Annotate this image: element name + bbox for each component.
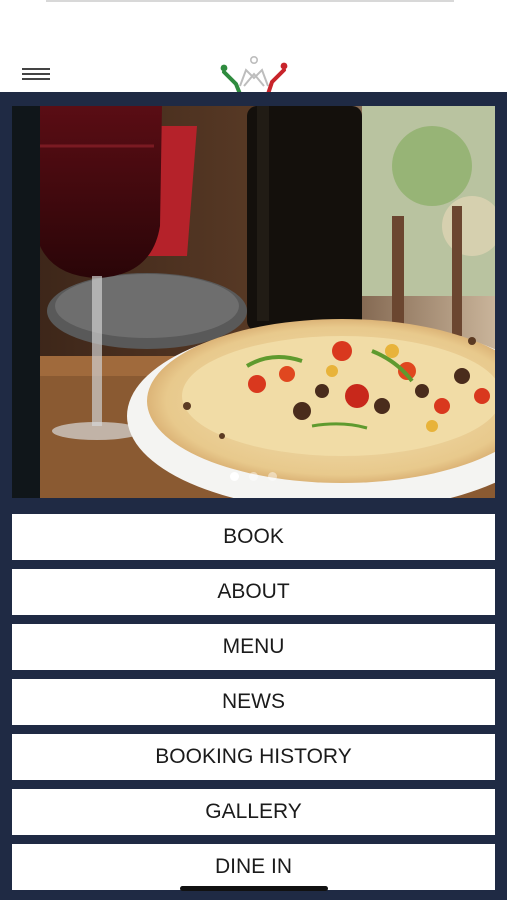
image-carousel[interactable]: [12, 106, 495, 498]
dine-in-button[interactable]: DINE IN: [12, 844, 495, 890]
book-button[interactable]: BOOK: [12, 514, 495, 560]
gallery-button[interactable]: GALLERY: [12, 789, 495, 835]
pizza-photo: [12, 106, 495, 498]
carousel-pagination: [12, 468, 495, 486]
crown-logo: [220, 56, 288, 96]
main-panel: BOOK ABOUT MENU NEWS BOOKING HISTORY GAL…: [0, 92, 507, 900]
about-button[interactable]: ABOUT: [12, 569, 495, 615]
home-indicator: [180, 886, 328, 891]
news-button[interactable]: NEWS: [12, 679, 495, 725]
carousel-dot[interactable]: [230, 472, 239, 481]
hamburger-icon[interactable]: [22, 66, 50, 84]
carousel-dot[interactable]: [268, 472, 277, 481]
carousel-dot[interactable]: [249, 472, 258, 481]
menu-button[interactable]: MENU: [12, 624, 495, 670]
app-header: [0, 2, 507, 96]
booking-history-button[interactable]: BOOKING HISTORY: [12, 734, 495, 780]
